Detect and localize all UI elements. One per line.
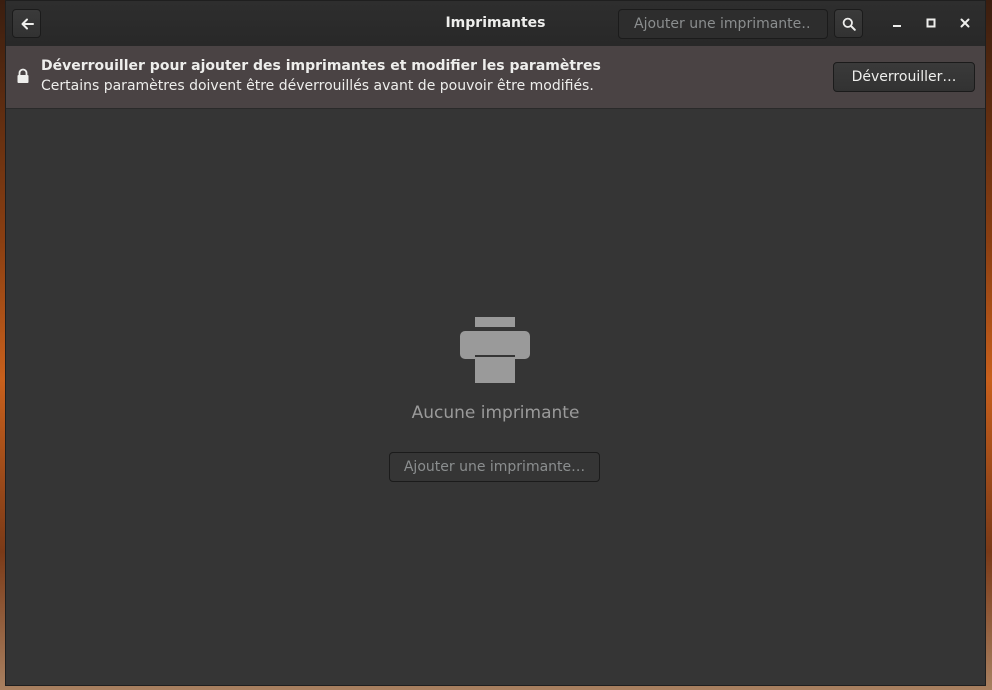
printers-window: Imprimantes Déve [5,0,986,686]
close-button[interactable] [954,12,976,34]
infobar-title: Déverrouiller pour ajouter des imprimant… [41,58,601,74]
close-icon [960,18,970,28]
minimize-button[interactable] [886,12,908,34]
infobar-subtitle: Certains paramètres doivent être déverro… [41,78,594,94]
printers-content: Aucune imprimante Ajouter une imprimante… [6,109,985,685]
search-button[interactable] [834,9,863,38]
maximize-button[interactable] [920,12,942,34]
minimize-icon [893,25,901,27]
unlock-button[interactable]: Déverrouiller… [833,62,975,92]
unlock-infobar: Déverrouiller pour ajouter des imprimant… [6,46,985,109]
maximize-icon [926,18,936,28]
add-printer-search-input[interactable] [618,9,828,39]
no-printers-label: Aucune imprimante [411,403,580,423]
search-icon [842,17,856,31]
lock-icon [17,68,29,83]
printer-icon [460,317,530,383]
add-printer-button[interactable]: Ajouter une imprimante… [389,452,600,482]
header-bar: Imprimantes [6,1,985,47]
